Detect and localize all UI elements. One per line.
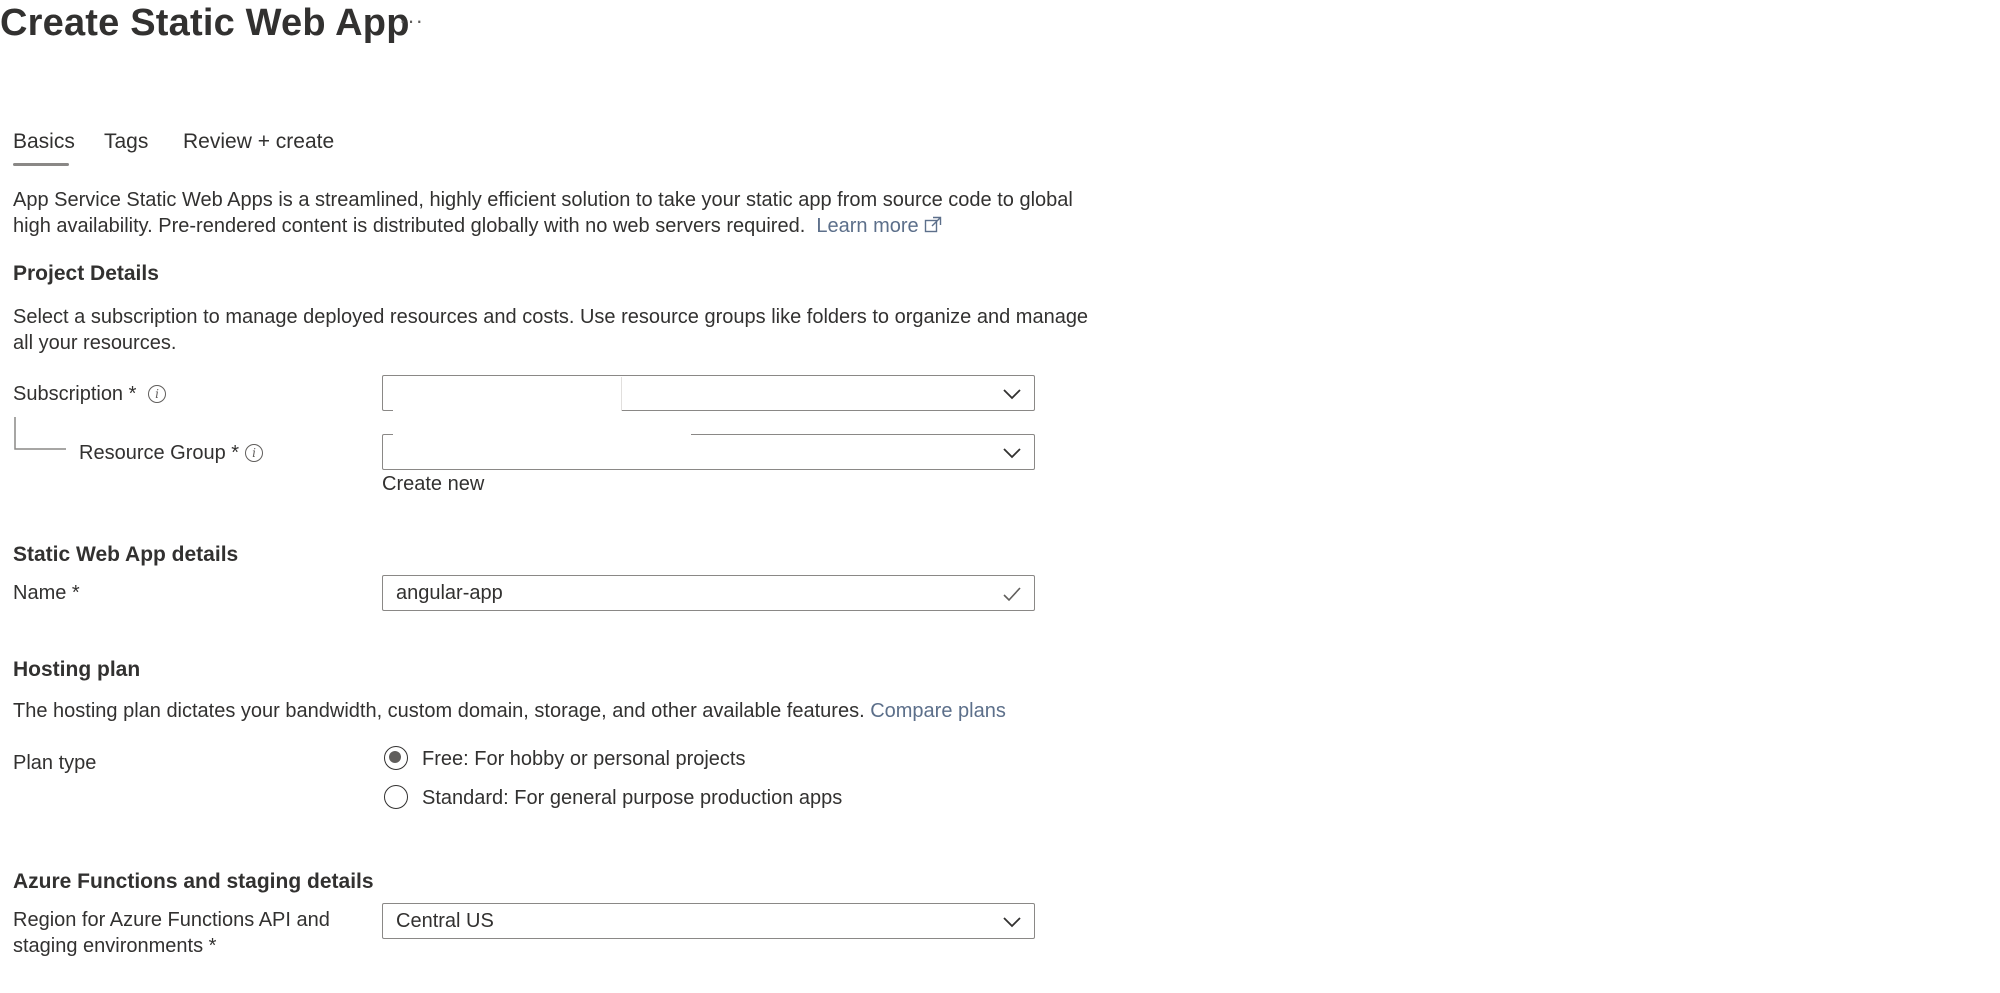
project-details-heading: Project Details [13,262,159,285]
resource-group-label: Resource Group * [79,442,240,464]
page-title: Create Static Web App [0,2,410,44]
hosting-plan-heading: Hosting plan [13,658,141,681]
chevron-down-icon [1003,389,1021,400]
redacted-region [393,377,622,411]
compare-plans-link[interactable]: Compare plans [870,700,1006,722]
tab-active-indicator [13,163,69,166]
name-input[interactable]: angular-app [382,575,1035,611]
info-icon[interactable]: i [245,444,263,462]
intro-line-2: high availability. Pre-rendered content … [13,213,1113,239]
redacted-region [393,432,691,452]
create-new-link[interactable]: Create new [382,473,484,496]
info-icon[interactable]: i [148,385,166,403]
checkmark-icon [1003,587,1021,602]
plan-type-label: Plan type [13,752,97,774]
intro-line-1: App Service Static Web Apps is a streaml… [13,189,1073,211]
tab-basics[interactable]: Basics [13,130,75,154]
project-details-desc: Select a subscription to manage deployed… [13,306,1089,354]
radio-selected-dot [389,751,402,764]
app-details-heading: Static Web App details [13,543,239,566]
radio-free-label[interactable]: Free: For hobby or personal projects [422,748,746,771]
radio-standard[interactable] [384,785,408,809]
external-link-icon[interactable] [924,216,942,234]
region-dropdown[interactable]: Central US [382,903,1035,939]
tree-connector [14,417,66,450]
radio-standard-label[interactable]: Standard: For general purpose production… [422,787,842,810]
learn-more-link[interactable]: Learn more [816,215,918,237]
hosting-plan-desc: The hosting plan dictates your bandwidth… [13,700,1006,722]
tab-tags[interactable]: Tags [104,130,148,154]
radio-free[interactable] [384,746,408,770]
functions-heading: Azure Functions and staging details [13,870,374,893]
tab-review-create[interactable]: Review + create [183,130,334,154]
subscription-dropdown[interactable] [382,375,1035,411]
chevron-down-icon [1003,917,1021,928]
subscription-label: Subscription * [13,383,137,405]
resource-group-dropdown[interactable] [382,432,1035,470]
intro-text: App Service Static Web Apps is a streaml… [13,187,1113,239]
chevron-down-icon [1003,448,1021,459]
region-label: Region for Azure Functions API and stagi… [13,909,330,957]
name-label: Name * [13,582,80,604]
more-options-icon[interactable]: ··· [399,8,424,34]
